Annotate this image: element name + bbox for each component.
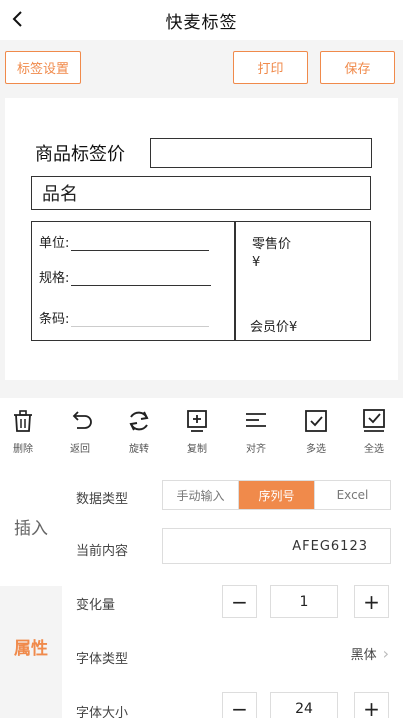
back-arrow-icon[interactable] <box>6 6 32 32</box>
rotate-tool-label: 旋转 <box>129 444 149 455</box>
member-price-label[interactable]: 会员价¥ <box>250 316 297 335</box>
font-type-label: 字体类型 <box>76 652 129 667</box>
label-canvas[interactable]: 商品标签价 品名 单位: 规格: 条码: 零售价 ¥ 会员价¥ <box>5 98 398 380</box>
select-all-tool[interactable]: 全选 <box>351 408 397 455</box>
app-root: 快麦标签 标签设置 打印 保存 商品标签价 品名 单位: 规格: 条码: 零售价… <box>0 0 403 718</box>
current-content-label: 当前内容 <box>76 544 129 559</box>
price-box[interactable]: 零售价 ¥ 会员价¥ <box>235 221 371 341</box>
label-settings-button[interactable]: 标签设置 <box>5 51 81 84</box>
product-name-box[interactable]: 品名 <box>31 176 371 210</box>
rotate-tool[interactable]: 旋转 <box>116 408 162 455</box>
copy-icon <box>187 410 207 432</box>
copy-tool-label: 复制 <box>187 444 207 455</box>
font-size-label: 字体大小 <box>76 706 129 718</box>
tab-properties[interactable]: 属性 <box>0 586 62 718</box>
unit-line <box>71 237 210 251</box>
data-type-serial[interactable]: 序列号 <box>238 481 314 509</box>
label-title-box[interactable] <box>150 138 372 168</box>
print-button[interactable]: 打印 <box>233 51 308 84</box>
unit-label: 单位: <box>39 236 70 251</box>
barcode-line <box>71 313 210 327</box>
change-amount-label: 变化量 <box>76 598 116 613</box>
page-title: 快麦标签 <box>165 12 238 33</box>
header: 快麦标签 <box>0 0 403 40</box>
rotate-icon <box>129 411 149 431</box>
retail-price-label: 零售价 <box>252 237 292 252</box>
multi-select-tool-label: 多选 <box>306 444 326 455</box>
action-bar: 标签设置 打印 保存 <box>0 40 403 96</box>
label-title-text[interactable]: 商品标签价 <box>35 140 125 166</box>
multi-select-tool[interactable]: 多选 <box>293 408 339 455</box>
data-type-manual[interactable]: 手动输入 <box>163 481 238 509</box>
checkbox-icon <box>305 410 327 432</box>
copy-tool[interactable]: 复制 <box>174 408 220 455</box>
undo-icon <box>72 411 92 429</box>
retail-price-currency: ¥ <box>252 255 261 270</box>
data-type-excel[interactable]: Excel <box>314 481 390 509</box>
undo-tool-label: 返回 <box>70 444 90 455</box>
delete-tool[interactable]: 删除 <box>0 408 46 455</box>
change-minus-button[interactable]: − <box>222 585 257 618</box>
product-info-box[interactable]: 单位: 规格: 条码: <box>31 221 235 341</box>
spec-label: 规格: <box>39 271 70 286</box>
save-button[interactable]: 保存 <box>320 51 395 84</box>
chevron-right-icon: › <box>382 644 389 663</box>
font-size-minus-button[interactable]: − <box>222 692 257 718</box>
properties-panel: 数据类型 手动输入 序列号 Excel 当前内容 AFEG6123 变化量 − … <box>62 466 403 718</box>
select-all-tool-label: 全选 <box>364 444 384 455</box>
undo-tool[interactable]: 返回 <box>57 408 103 455</box>
edit-toolbar: 删除 返回 旋转 复制 对齐 多选 全选 <box>0 398 403 466</box>
change-value-input[interactable]: 1 <box>270 585 338 618</box>
tab-insert[interactable]: 插入 <box>0 466 62 586</box>
data-type-selector: 手动输入 序列号 Excel <box>162 480 391 510</box>
current-content-input[interactable]: AFEG6123 <box>162 528 391 564</box>
align-tool-label: 对齐 <box>246 444 266 455</box>
barcode-field[interactable]: 条码: <box>39 308 210 327</box>
spec-field[interactable]: 规格: <box>39 267 212 286</box>
spec-line <box>71 272 212 286</box>
retail-price-text[interactable]: 零售价 ¥ <box>252 236 291 272</box>
font-type-selector[interactable]: 黑体 › <box>351 644 389 663</box>
font-size-plus-button[interactable]: + <box>354 692 389 718</box>
change-plus-button[interactable]: + <box>354 585 389 618</box>
barcode-label: 条码: <box>39 312 70 327</box>
align-tool[interactable]: 对齐 <box>233 408 279 455</box>
data-type-label: 数据类型 <box>76 492 129 507</box>
align-icon <box>246 413 266 427</box>
font-type-value: 黑体 <box>350 648 377 663</box>
select-all-icon <box>363 409 385 432</box>
trash-icon <box>14 410 32 432</box>
unit-field[interactable]: 单位: <box>39 232 210 251</box>
font-size-input[interactable]: 24 <box>270 692 338 718</box>
delete-tool-label: 删除 <box>13 444 33 455</box>
